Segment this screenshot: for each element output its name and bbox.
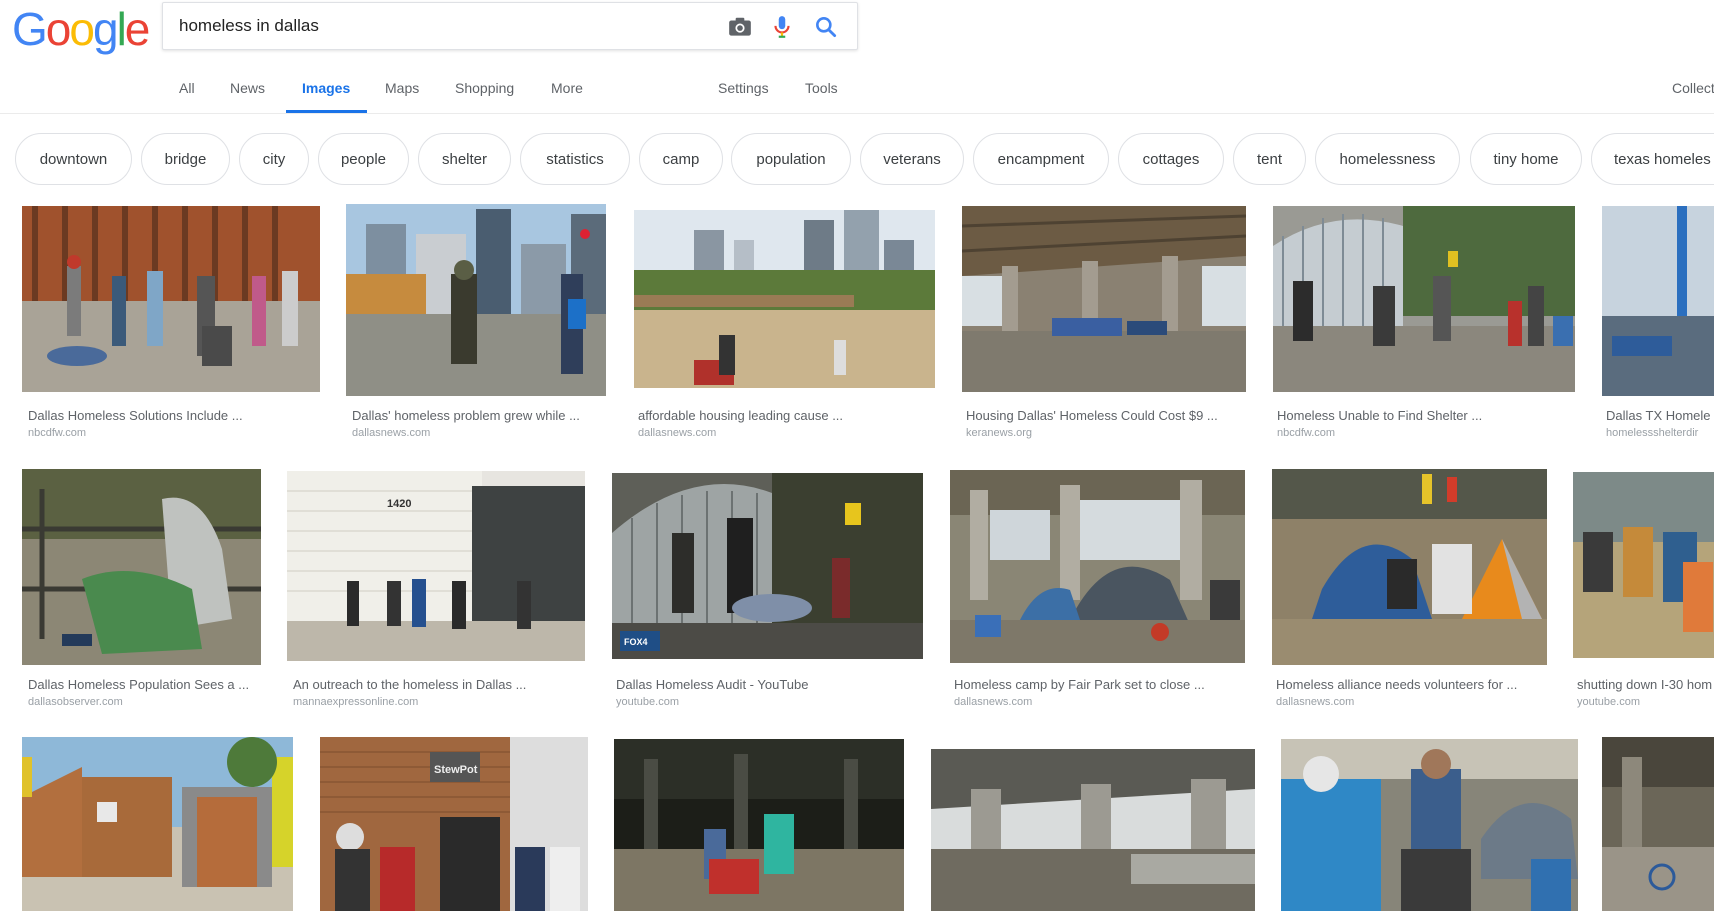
tv-logo-text: FOX4 bbox=[624, 637, 648, 647]
chip-population[interactable]: population bbox=[731, 133, 851, 185]
collections-link[interactable]: Collect bbox=[1672, 80, 1714, 96]
result-domain: dallasnews.com bbox=[352, 427, 431, 439]
result-caption[interactable]: An outreach to the homeless in Dallas ..… bbox=[293, 677, 585, 692]
result-caption[interactable]: Dallas Homeless Population Sees a ... bbox=[28, 677, 264, 692]
logo-letter: G bbox=[12, 3, 48, 55]
result-domain: nbcdfw.com bbox=[1277, 427, 1336, 439]
chip-tent[interactable]: tent bbox=[1233, 133, 1306, 185]
chip-statistics[interactable]: statistics bbox=[520, 133, 630, 185]
result-thumbnail[interactable] bbox=[22, 206, 320, 392]
logo-letter: g bbox=[92, 3, 119, 55]
result-thumbnail[interactable] bbox=[1602, 206, 1714, 396]
result-domain: dallasnews.com bbox=[638, 427, 717, 439]
chip-cottages[interactable]: cottages bbox=[1118, 133, 1224, 185]
result-domain: mannaexpressonline.com bbox=[293, 696, 419, 708]
result-caption[interactable]: Dallas TX Homele bbox=[1606, 408, 1714, 423]
result-thumbnail[interactable] bbox=[22, 737, 293, 911]
result-caption[interactable]: Dallas Homeless Solutions Include ... bbox=[28, 408, 318, 423]
tab-news[interactable]: News bbox=[230, 80, 265, 96]
result-domain: keranews.org bbox=[966, 427, 1033, 439]
result-thumbnail[interactable] bbox=[614, 739, 904, 911]
result-caption[interactable]: Homeless Unable to Find Shelter ... bbox=[1277, 408, 1577, 423]
header-divider bbox=[0, 113, 1714, 114]
result-thumbnail[interactable] bbox=[1281, 739, 1578, 911]
result-thumbnail[interactable]: FOX4 bbox=[612, 473, 923, 659]
chip-bridge[interactable]: bridge bbox=[141, 133, 230, 185]
result-domain: dallasnews.com bbox=[1276, 696, 1355, 708]
result-domain: youtube.com bbox=[616, 696, 679, 708]
chip-downtown[interactable]: downtown bbox=[15, 133, 132, 185]
result-thumbnail[interactable] bbox=[950, 470, 1245, 663]
tab-images[interactable]: Images bbox=[302, 80, 350, 96]
chip-texas-homeless[interactable]: texas homeles bbox=[1591, 133, 1714, 185]
chip-encampment[interactable]: encampment bbox=[973, 133, 1109, 185]
result-thumbnail[interactable] bbox=[1602, 737, 1714, 911]
result-thumbnail[interactable] bbox=[962, 206, 1246, 392]
result-domain: homelessshelterdir bbox=[1606, 427, 1699, 439]
building-number-text: 1420 bbox=[387, 498, 411, 510]
result-thumbnail[interactable] bbox=[22, 469, 261, 665]
search-icon[interactable] bbox=[813, 14, 839, 40]
search-input[interactable] bbox=[179, 3, 699, 49]
google-logo[interactable]: Google bbox=[12, 3, 151, 55]
logo-letter: o bbox=[45, 3, 72, 55]
chip-shelter[interactable]: shelter bbox=[418, 133, 511, 185]
result-thumbnail[interactable] bbox=[1573, 472, 1714, 658]
logo-letter: l bbox=[116, 3, 127, 55]
result-caption[interactable]: Dallas Homeless Audit - YouTube bbox=[616, 677, 926, 692]
settings-link[interactable]: Settings bbox=[718, 80, 769, 96]
result-caption[interactable]: shutting down I-30 hom bbox=[1577, 677, 1714, 692]
chip-camp[interactable]: camp bbox=[639, 133, 723, 185]
result-thumbnail[interactable] bbox=[346, 204, 606, 396]
logo-letter: e bbox=[124, 3, 151, 55]
tab-shopping[interactable]: Shopping bbox=[455, 80, 514, 96]
result-caption[interactable]: Dallas' homeless problem grew while ... bbox=[352, 408, 610, 423]
tab-more[interactable]: More bbox=[551, 80, 583, 96]
camera-icon[interactable] bbox=[727, 14, 753, 40]
chip-tiny-home[interactable]: tiny home bbox=[1470, 133, 1582, 185]
logo-letter: o bbox=[69, 3, 95, 55]
result-thumbnail[interactable]: StewPot bbox=[320, 737, 588, 911]
chip-homelessness[interactable]: homelessness bbox=[1315, 133, 1460, 185]
result-domain: dallasobserver.com bbox=[28, 696, 123, 708]
tab-maps[interactable]: Maps bbox=[385, 80, 419, 96]
result-thumbnail[interactable] bbox=[931, 749, 1255, 911]
result-caption[interactable]: affordable housing leading cause ... bbox=[638, 408, 938, 423]
microphone-icon[interactable] bbox=[769, 14, 795, 40]
result-thumbnail[interactable] bbox=[1273, 206, 1575, 392]
result-thumbnail[interactable] bbox=[634, 210, 935, 388]
result-thumbnail[interactable]: 1420 bbox=[287, 471, 585, 661]
result-thumbnail[interactable] bbox=[1272, 469, 1547, 665]
result-caption[interactable]: Homeless camp by Fair Park set to close … bbox=[954, 677, 1246, 692]
chip-veterans[interactable]: veterans bbox=[860, 133, 964, 185]
chip-people[interactable]: people bbox=[318, 133, 409, 185]
search-box bbox=[162, 2, 858, 50]
result-domain: nbcdfw.com bbox=[28, 427, 87, 439]
tab-all[interactable]: All bbox=[179, 80, 195, 96]
result-caption[interactable]: Homeless alliance needs volunteers for .… bbox=[1276, 677, 1548, 692]
result-domain: dallasnews.com bbox=[954, 696, 1033, 708]
tools-link[interactable]: Tools bbox=[805, 80, 838, 96]
result-domain: youtube.com bbox=[1577, 696, 1640, 708]
chip-city[interactable]: city bbox=[239, 133, 309, 185]
result-caption[interactable]: Housing Dallas' Homeless Could Cost $9 .… bbox=[966, 408, 1250, 423]
stewpot-sign-text: StewPot bbox=[434, 764, 478, 776]
related-searches-chips: downtown bridge city people shelter stat… bbox=[0, 133, 1714, 187]
search-tabs: All News Images Maps Shopping More Setti… bbox=[0, 74, 1714, 114]
